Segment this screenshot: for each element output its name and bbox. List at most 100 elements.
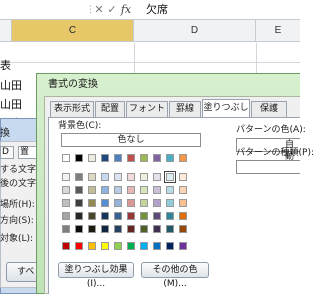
color-swatch[interactable] xyxy=(127,199,135,207)
formula-input[interactable]: 欠席 xyxy=(146,0,168,20)
color-swatch[interactable] xyxy=(164,171,176,183)
standard-color-swatch[interactable] xyxy=(140,242,148,250)
grid-column-line xyxy=(256,43,257,73)
color-swatch[interactable] xyxy=(101,212,109,220)
color-swatch[interactable] xyxy=(101,173,109,181)
cell-value: 山田 xyxy=(0,98,22,111)
color-swatch[interactable] xyxy=(62,186,70,194)
dialog-title: 書式の変換 xyxy=(48,79,98,90)
color-swatch[interactable] xyxy=(114,225,122,233)
color-swatch[interactable] xyxy=(62,173,70,181)
standard-color-swatch[interactable] xyxy=(153,242,161,250)
grid-column-line xyxy=(134,43,135,73)
standard-color-swatch[interactable] xyxy=(127,242,135,250)
enter-icon[interactable]: ✓ xyxy=(106,0,118,20)
color-swatch[interactable] xyxy=(166,186,174,194)
color-swatch[interactable] xyxy=(153,186,161,194)
standard-color-swatch[interactable] xyxy=(179,242,187,250)
color-swatch[interactable] xyxy=(75,199,83,207)
color-swatch[interactable] xyxy=(88,154,96,162)
grid-row-line xyxy=(0,62,300,63)
color-swatch[interactable] xyxy=(75,186,83,194)
color-swatch[interactable] xyxy=(140,186,148,194)
column-header-b[interactable] xyxy=(0,20,12,42)
color-swatch[interactable] xyxy=(127,186,135,194)
tab-number[interactable]: 表示形式 xyxy=(50,101,94,117)
pattern-style-select[interactable] xyxy=(236,160,300,174)
color-swatch[interactable] xyxy=(101,154,109,162)
color-swatch[interactable] xyxy=(62,225,70,233)
color-swatch[interactable] xyxy=(140,199,148,207)
color-swatch[interactable] xyxy=(166,225,174,233)
color-swatch[interactable] xyxy=(153,199,161,207)
color-swatch[interactable] xyxy=(114,212,122,220)
color-swatch[interactable] xyxy=(88,212,96,220)
no-color-button[interactable]: 色なし xyxy=(61,133,201,147)
color-swatch[interactable] xyxy=(101,186,109,194)
color-swatch[interactable] xyxy=(114,173,122,181)
color-swatch[interactable] xyxy=(88,186,96,194)
within-label: 場所(H): xyxy=(0,200,35,210)
color-swatch[interactable] xyxy=(153,154,161,162)
color-swatch[interactable] xyxy=(179,154,187,162)
color-swatch[interactable] xyxy=(127,154,135,162)
color-swatch[interactable] xyxy=(179,225,187,233)
more-colors-button[interactable]: その他の色(M)... xyxy=(141,262,209,289)
color-swatch[interactable] xyxy=(127,212,135,220)
color-swatch[interactable] xyxy=(62,154,70,162)
color-swatch[interactable] xyxy=(101,199,109,207)
color-swatch[interactable] xyxy=(153,212,161,220)
color-swatch[interactable] xyxy=(140,212,148,220)
color-swatch[interactable] xyxy=(62,212,70,220)
color-swatch[interactable] xyxy=(140,225,148,233)
tab-alignment[interactable]: 配置 xyxy=(95,101,125,117)
color-swatch[interactable] xyxy=(88,173,96,181)
color-swatch[interactable] xyxy=(88,225,96,233)
color-swatch[interactable] xyxy=(114,199,122,207)
standard-color-swatch[interactable] xyxy=(101,242,109,250)
standard-color-swatch[interactable] xyxy=(62,242,70,250)
color-swatch[interactable] xyxy=(166,154,174,162)
tab-protection[interactable]: 保護 xyxy=(251,101,287,117)
tab-border[interactable]: 罫線 xyxy=(169,101,201,117)
color-swatch[interactable] xyxy=(166,212,174,220)
standard-color-swatch[interactable] xyxy=(75,242,83,250)
insert-function-icon[interactable]: fx xyxy=(118,0,134,20)
background-color-label: 背景色(C): xyxy=(58,121,102,131)
standard-color-swatch[interactable] xyxy=(114,242,122,250)
standard-color-swatch[interactable] xyxy=(88,242,96,250)
color-swatch[interactable] xyxy=(75,225,83,233)
color-swatch[interactable] xyxy=(153,225,161,233)
column-header-e[interactable]: E xyxy=(256,20,300,42)
color-swatch[interactable] xyxy=(75,212,83,220)
color-swatch[interactable] xyxy=(75,154,83,162)
column-header-d[interactable]: D xyxy=(134,20,256,42)
color-swatch[interactable] xyxy=(88,199,96,207)
color-swatch[interactable] xyxy=(114,154,122,162)
color-swatch[interactable] xyxy=(127,173,135,181)
look-in-label: 対象(L): xyxy=(0,234,34,244)
color-swatch[interactable] xyxy=(153,173,161,181)
color-swatch[interactable] xyxy=(140,154,148,162)
color-swatch[interactable] xyxy=(75,173,83,181)
cancel-icon[interactable]: ✕ xyxy=(93,0,105,20)
color-swatch[interactable] xyxy=(179,212,187,220)
color-swatch[interactable] xyxy=(179,186,187,194)
tab-fill[interactable]: 塗りつぶし xyxy=(202,99,250,118)
pattern-style-label: パターンの種類(P): xyxy=(236,148,315,158)
fill-effects-button[interactable]: 塗りつぶし効果(I)... xyxy=(58,262,134,289)
color-swatch[interactable] xyxy=(101,225,109,233)
color-swatch[interactable] xyxy=(62,199,70,207)
color-swatch[interactable] xyxy=(114,186,122,194)
standard-color-swatch[interactable] xyxy=(166,242,174,250)
tab-font[interactable]: フォント xyxy=(126,101,168,117)
color-swatch[interactable] xyxy=(179,173,187,181)
color-swatch[interactable] xyxy=(140,173,148,181)
color-swatch[interactable] xyxy=(166,199,174,207)
cell-value: 山田 xyxy=(0,79,22,92)
color-swatch[interactable] xyxy=(179,199,187,207)
column-header-c[interactable]: C xyxy=(12,20,134,42)
formula-bar-separator: ⋮ xyxy=(86,0,95,20)
tab-find[interactable]: D xyxy=(0,146,14,159)
color-swatch[interactable] xyxy=(127,225,135,233)
